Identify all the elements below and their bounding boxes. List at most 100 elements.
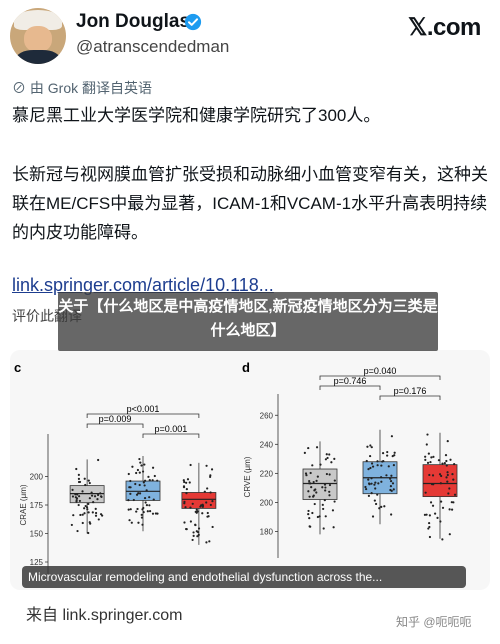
data-point bbox=[389, 480, 393, 483]
data-point bbox=[194, 523, 197, 526]
data-point bbox=[189, 520, 192, 523]
data-point bbox=[101, 514, 104, 517]
data-point bbox=[188, 481, 191, 484]
p-value-label: p=0.176 bbox=[394, 386, 427, 396]
data-point bbox=[145, 504, 149, 507]
data-point bbox=[367, 494, 371, 497]
data-point bbox=[378, 507, 381, 510]
data-point bbox=[328, 483, 332, 487]
data-point bbox=[449, 458, 452, 461]
data-point bbox=[425, 513, 428, 516]
data-point bbox=[453, 493, 457, 496]
post-paragraph-2: 长新冠与视网膜血管扩张受损和动脉细小血管变窄有关，这种关联在ME/CFS中最为显… bbox=[12, 165, 488, 242]
data-point bbox=[211, 525, 214, 529]
data-point bbox=[81, 513, 84, 516]
data-point bbox=[432, 455, 435, 458]
p-value-label: p<0.001 bbox=[127, 404, 160, 414]
data-point bbox=[380, 464, 383, 467]
data-point bbox=[149, 510, 152, 513]
data-point bbox=[307, 446, 310, 450]
site-logo: 𝕏.com bbox=[408, 14, 481, 41]
data-point bbox=[428, 535, 432, 539]
data-point bbox=[307, 512, 310, 516]
data-point bbox=[314, 488, 317, 491]
data-point bbox=[144, 501, 147, 504]
data-point bbox=[312, 480, 315, 484]
link-card[interactable]: c CRAE (μm) 125 150 175 200 p<0.001 p=0.009 p=0.… bbox=[10, 350, 490, 590]
y-tick-label: 260 bbox=[260, 411, 274, 420]
card-source[interactable]: 来自 link.springer.com bbox=[26, 601, 183, 625]
data-point bbox=[324, 486, 327, 489]
data-point bbox=[316, 475, 319, 478]
data-point bbox=[390, 474, 393, 477]
translation-note-text: 由 Grok 翻译自英语 bbox=[29, 80, 153, 96]
data-point bbox=[316, 515, 319, 519]
data-point bbox=[447, 492, 450, 495]
data-point bbox=[369, 454, 372, 458]
avatar[interactable] bbox=[10, 8, 66, 64]
data-point bbox=[309, 525, 312, 528]
data-point bbox=[323, 483, 327, 486]
data-point bbox=[386, 454, 389, 457]
data-point bbox=[205, 501, 208, 504]
author-name[interactable]: Jon Douglas bbox=[76, 11, 190, 33]
data-point bbox=[380, 476, 383, 479]
data-point bbox=[369, 444, 372, 447]
card-caption[interactable]: Microvascular remodeling and endothelial… bbox=[22, 566, 466, 588]
data-point bbox=[77, 503, 80, 507]
data-point bbox=[208, 540, 211, 543]
data-point bbox=[206, 487, 209, 490]
data-point bbox=[428, 521, 431, 525]
data-point bbox=[81, 521, 84, 525]
data-point bbox=[313, 502, 316, 506]
data-point bbox=[137, 521, 140, 524]
data-point bbox=[96, 493, 100, 497]
data-point bbox=[183, 502, 186, 505]
data-point bbox=[324, 458, 327, 461]
data-point bbox=[370, 477, 373, 480]
data-point bbox=[323, 499, 326, 502]
data-point bbox=[195, 511, 198, 514]
data-point bbox=[89, 522, 92, 525]
data-point bbox=[370, 446, 373, 449]
p-value-label: p=0.001 bbox=[155, 424, 188, 434]
data-point bbox=[146, 510, 149, 513]
data-point bbox=[441, 506, 445, 509]
y-tick-label: 200 bbox=[260, 498, 274, 507]
data-point bbox=[333, 479, 336, 482]
data-point bbox=[434, 512, 437, 515]
data-point bbox=[142, 511, 145, 514]
data-point bbox=[445, 464, 448, 467]
data-point bbox=[445, 476, 448, 479]
data-point bbox=[132, 498, 135, 502]
data-point bbox=[78, 499, 81, 503]
data-point bbox=[70, 523, 73, 527]
data-point bbox=[390, 435, 394, 438]
data-point bbox=[440, 500, 443, 503]
significance-bracket bbox=[86, 423, 144, 428]
data-point bbox=[429, 501, 433, 504]
data-point bbox=[140, 464, 143, 467]
data-point bbox=[92, 500, 95, 504]
data-point bbox=[205, 464, 208, 467]
data-point bbox=[87, 511, 90, 514]
data-point bbox=[443, 461, 446, 465]
data-point bbox=[448, 533, 451, 536]
data-point bbox=[364, 485, 367, 489]
data-point bbox=[426, 433, 429, 436]
data-point bbox=[377, 482, 380, 485]
data-point bbox=[392, 488, 395, 491]
y-tick-label: 200 bbox=[30, 473, 44, 482]
data-point bbox=[324, 489, 327, 492]
data-point bbox=[129, 508, 132, 511]
data-point bbox=[94, 511, 98, 515]
author-handle[interactable]: @atranscendedman bbox=[76, 37, 229, 57]
data-point bbox=[143, 484, 146, 487]
y-tick-label: 220 bbox=[260, 469, 274, 478]
y-axis-label: CRAE (μm) bbox=[19, 484, 28, 525]
data-point bbox=[135, 510, 138, 513]
chart-image: cCRAE (μm)125150175200p<0.001p=0.009p=0.… bbox=[14, 360, 458, 574]
data-point bbox=[376, 493, 379, 496]
data-point bbox=[189, 463, 192, 467]
data-point bbox=[427, 452, 430, 455]
